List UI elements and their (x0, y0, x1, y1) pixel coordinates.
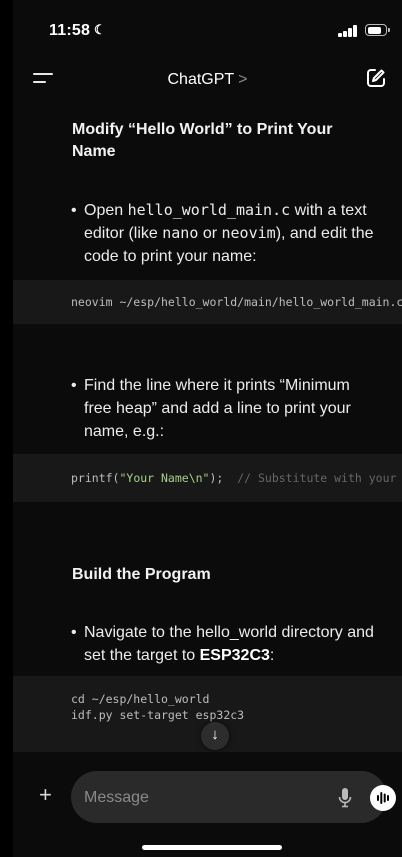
list-item: • Find the line where it prints “Minimum… (71, 377, 351, 440)
arrow-down-icon: ↓ (211, 726, 219, 743)
list-item: • Open hello_world_main.c with a text ed… (71, 201, 374, 265)
section-heading: Modify “Hello World” to Print Your Name (72, 121, 333, 160)
battery-icon (365, 24, 390, 36)
voice-mode-button[interactable] (370, 785, 396, 811)
code-block[interactable]: neovim ~/esp/hello_world/main/hello_worl… (13, 280, 402, 324)
code-line: printf("Your Name\n"); // Substitute wit… (71, 471, 397, 485)
status-time: 11:58 ☾ (49, 22, 106, 39)
new-chat-icon[interactable] (365, 67, 387, 89)
microphone-icon[interactable] (338, 787, 352, 809)
scroll-to-bottom-button[interactable]: ↓ (201, 722, 229, 750)
section-heading: Build the Program (72, 566, 211, 583)
inline-code: hello_world_main.c (127, 201, 291, 219)
inline-code: neovim (221, 224, 276, 242)
signal-icon (338, 25, 360, 37)
code-line: cd ~/esp/hello_world (71, 692, 210, 706)
code-block[interactable]: printf("Your Name\n"); // Substitute wit… (13, 454, 402, 502)
message-placeholder: Message (84, 789, 149, 806)
nav-title[interactable]: ChatGPT > (13, 71, 402, 89)
inline-code: nano (162, 224, 199, 242)
waveform-icon (377, 792, 389, 804)
moon-icon: ☾ (94, 22, 106, 37)
list-item: • Navigate to the hello_world directory … (71, 624, 374, 664)
code-line: neovim ~/esp/hello_world/main/hello_worl… (71, 295, 402, 309)
home-indicator (142, 845, 282, 850)
code-line: idf.py set-target esp32c3 (71, 708, 245, 722)
app-screen: 11:58 ☾ ChatGPT > Modify “Hello World” to … (13, 0, 402, 857)
plus-icon[interactable]: + (39, 784, 52, 806)
chevron-right-icon: > (238, 71, 248, 88)
status-bar: 11:58 ☾ (13, 0, 402, 60)
nav-bar: ChatGPT > (13, 62, 402, 98)
